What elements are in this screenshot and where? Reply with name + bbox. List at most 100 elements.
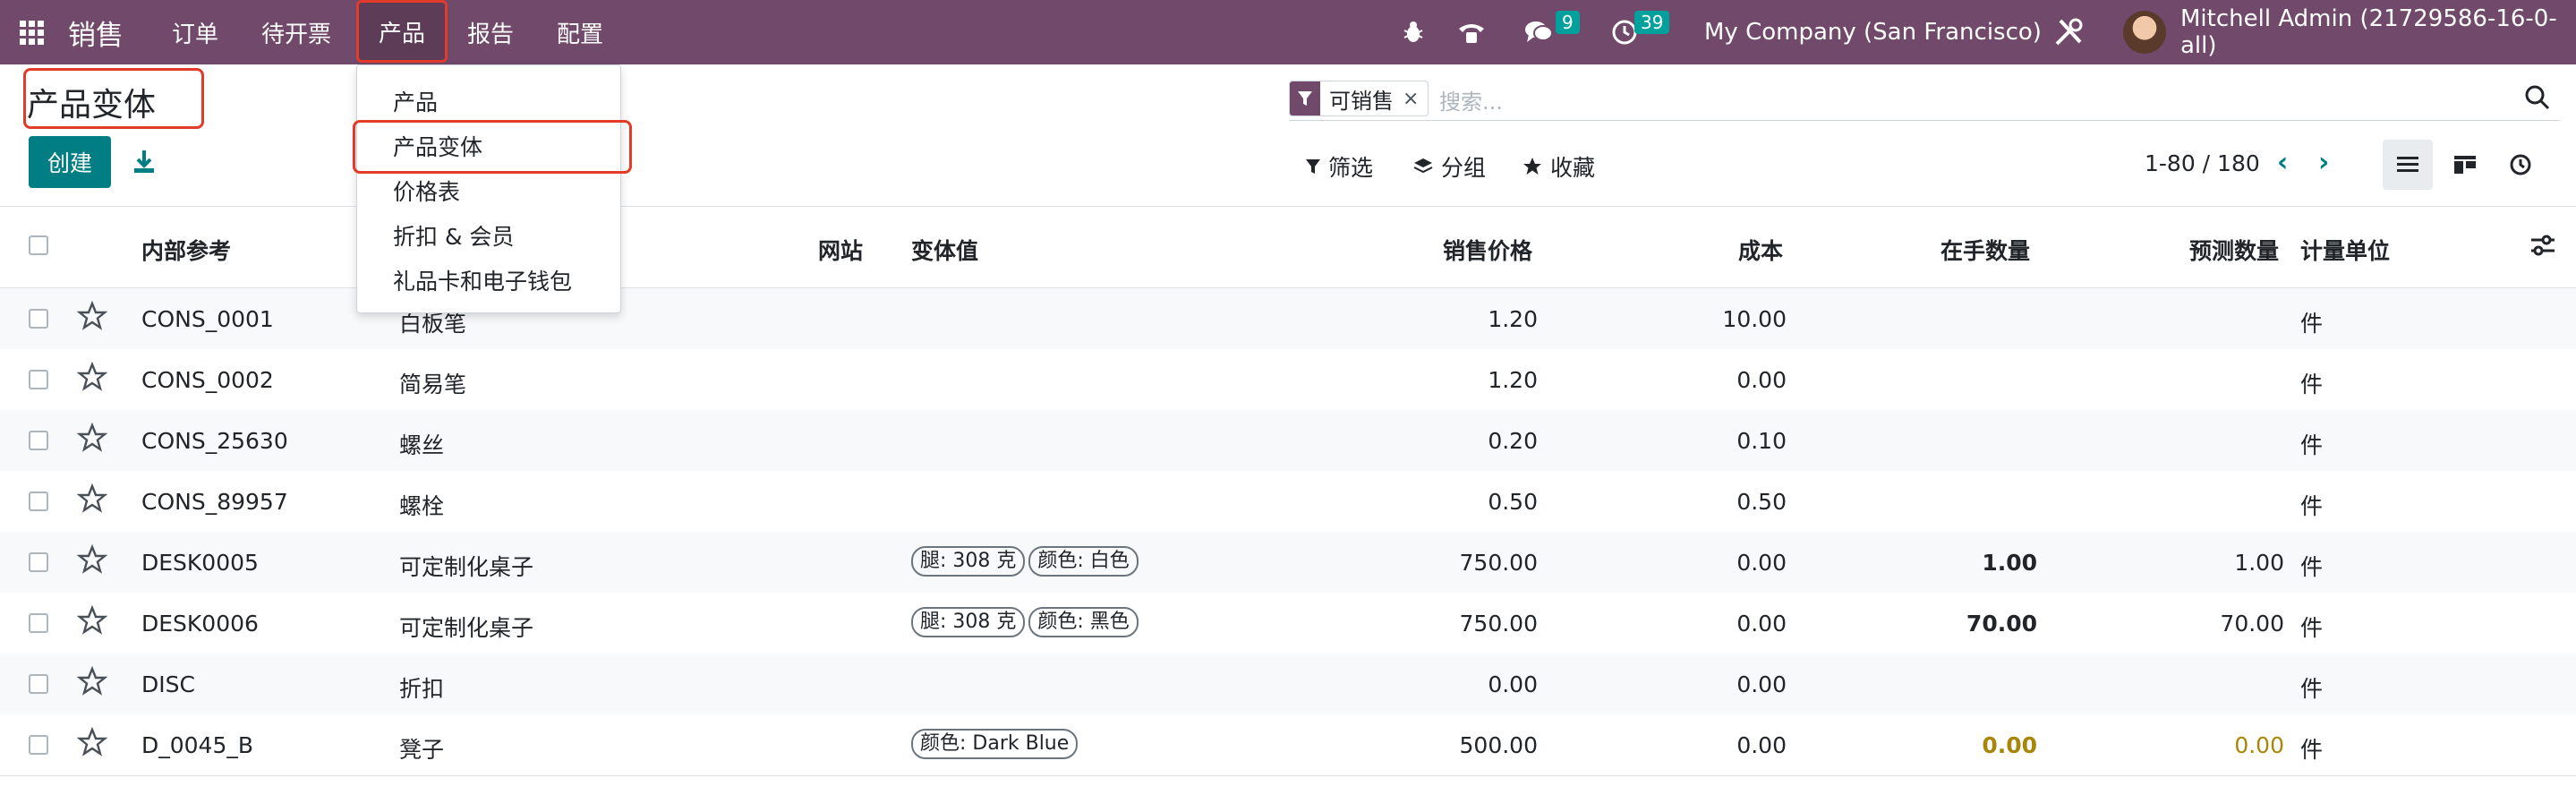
app-brand[interactable]: 销售 bbox=[68, 0, 124, 64]
list-view-button[interactable] bbox=[2383, 140, 2433, 190]
create-button[interactable]: 创建 bbox=[29, 136, 111, 188]
favorite-star-icon[interactable] bbox=[77, 727, 107, 757]
table-row[interactable]: CONS_0002 简易笔 1.20 0.00 件 bbox=[0, 349, 2576, 411]
header-forecast[interactable]: 预测数量 bbox=[2189, 234, 2279, 266]
dropdown-item-gift-cards[interactable]: 礼品卡和电子钱包 bbox=[393, 264, 572, 296]
menu-configuration[interactable]: 配置 bbox=[557, 0, 603, 64]
company-switcher[interactable]: My Company (San Francisco) bbox=[1704, 0, 2042, 64]
cell-uom: 件 bbox=[2300, 372, 2324, 398]
row-checkbox[interactable] bbox=[29, 735, 48, 755]
row-checkbox[interactable] bbox=[29, 613, 48, 633]
header-cost[interactable]: 成本 bbox=[1738, 234, 1783, 266]
phone-icon[interactable] bbox=[1457, 0, 1486, 64]
cell-sales-price: 1.20 bbox=[1488, 306, 1538, 332]
favorite-star-icon[interactable] bbox=[77, 666, 107, 697]
cell-internal-ref: DISC bbox=[141, 671, 195, 697]
row-checkbox[interactable] bbox=[29, 370, 48, 389]
favorite-star-icon[interactable] bbox=[77, 605, 107, 636]
variant-value-tag: 腿: 308 克 bbox=[911, 607, 1026, 637]
cell-sales-price: 750.00 bbox=[1459, 550, 1538, 576]
header-sales-price[interactable]: 销售价格 bbox=[1443, 234, 1532, 266]
cell-on-hand: 0.00 bbox=[1982, 732, 2037, 758]
facet-remove-icon[interactable]: × bbox=[1403, 88, 1428, 110]
cell-product-name: 折扣 bbox=[399, 676, 445, 702]
dropdown-item-discount-loyalty[interactable]: 折扣 & 会员 bbox=[393, 219, 514, 252]
header-internal-ref[interactable]: 内部参考 bbox=[141, 234, 231, 266]
row-checkbox[interactable] bbox=[29, 431, 48, 450]
table-row[interactable]: DESK0006 可定制化桌子 腿: 308 克颜色: 黑色 750.00 0.00 70… bbox=[0, 593, 2576, 654]
cell-sales-price: 750.00 bbox=[1459, 611, 1538, 637]
header-variant-values[interactable]: 变体值 bbox=[911, 234, 978, 266]
chat-messages-icon[interactable] bbox=[1523, 0, 1554, 64]
favorite-star-icon[interactable] bbox=[77, 423, 107, 453]
cell-sales-price: 0.20 bbox=[1488, 428, 1538, 454]
cell-variant-values: 腿: 308 克颜色: 黑色 bbox=[911, 607, 1142, 637]
pager-value[interactable]: 1-80 / 180 bbox=[2145, 150, 2260, 176]
cell-uom: 件 bbox=[2300, 311, 2324, 337]
favorite-star-icon[interactable] bbox=[77, 483, 107, 514]
user-avatar[interactable] bbox=[2123, 11, 2166, 54]
settings-tools-icon[interactable] bbox=[2053, 0, 2084, 64]
cell-internal-ref: CONS_89957 bbox=[141, 489, 288, 515]
activity-view-button[interactable] bbox=[2495, 140, 2546, 190]
header-on-hand[interactable]: 在手数量 bbox=[1941, 234, 2030, 266]
cell-cost: 0.00 bbox=[1736, 732, 1787, 758]
menu-reporting[interactable]: 报告 bbox=[467, 0, 514, 64]
cell-uom: 件 bbox=[2300, 432, 2324, 458]
cell-forecast: 1.00 bbox=[2234, 550, 2284, 576]
search-icon[interactable] bbox=[2524, 84, 2551, 111]
menu-orders[interactable]: 订单 bbox=[172, 0, 218, 64]
debug-bug-icon[interactable] bbox=[1402, 0, 1425, 64]
cell-cost: 0.00 bbox=[1736, 367, 1787, 393]
download-icon[interactable] bbox=[131, 147, 158, 177]
dropdown-item-pricelists[interactable]: 价格表 bbox=[393, 175, 460, 207]
optional-columns-icon[interactable] bbox=[2529, 234, 2556, 262]
cell-product-name: 凳子 bbox=[399, 737, 445, 763]
menu-to-invoice[interactable]: 待开票 bbox=[261, 0, 331, 64]
row-checkbox[interactable] bbox=[29, 492, 48, 511]
favorite-star-icon[interactable] bbox=[77, 362, 107, 392]
pager-next-icon[interactable]: › bbox=[2318, 147, 2329, 178]
table-row[interactable]: CONS_25630 螺丝 0.20 0.10 件 bbox=[0, 410, 2576, 472]
menu-products[interactable]: 产品 bbox=[356, 0, 448, 63]
favorite-star-icon[interactable] bbox=[77, 301, 107, 331]
table-row[interactable]: D_0045_B 凳子 颜色: Dark Blue 500.00 0.00 0.00 0.0… bbox=[0, 714, 2576, 776]
table-row[interactable]: CONS_89957 螺栓 0.50 0.50 件 bbox=[0, 471, 2576, 533]
filter-label: 筛选 bbox=[1328, 155, 1374, 181]
table-row[interactable]: DISC 折扣 0.00 0.00 件 bbox=[0, 654, 2576, 715]
clock-view-icon bbox=[2510, 154, 2531, 175]
row-checkbox[interactable] bbox=[29, 674, 48, 694]
favorite-star-icon[interactable] bbox=[77, 544, 107, 575]
user-menu[interactable]: Mitchell Admin (21729586-16-0-all) bbox=[2180, 0, 2576, 64]
favorites-button[interactable]: 收藏 bbox=[1522, 150, 1595, 183]
cell-sales-price: 0.00 bbox=[1488, 671, 1538, 697]
cell-internal-ref: CONS_0001 bbox=[141, 306, 274, 332]
pager-previous-icon[interactable]: ‹ bbox=[2277, 147, 2288, 178]
dropdown-item-products[interactable]: 产品 bbox=[393, 85, 438, 117]
cell-product-name: 简易笔 bbox=[399, 372, 467, 398]
variant-value-tag: 腿: 308 克 bbox=[911, 546, 1026, 577]
cell-cost: 0.10 bbox=[1736, 428, 1787, 454]
apps-menu-icon[interactable] bbox=[20, 0, 44, 64]
favorites-label: 收藏 bbox=[1550, 155, 1596, 181]
row-checkbox[interactable] bbox=[29, 309, 48, 329]
cell-product-name: 可定制化桌子 bbox=[399, 554, 534, 580]
group-by-label: 分组 bbox=[1441, 155, 1487, 181]
activity-clock-icon[interactable] bbox=[1611, 0, 1638, 64]
filter-icon bbox=[1306, 159, 1320, 174]
header-uom[interactable]: 计量单位 bbox=[2300, 234, 2390, 266]
table-row[interactable]: DESK0005 可定制化桌子 腿: 308 克颜色: 白色 750.00 0.00 1.… bbox=[0, 532, 2576, 594]
select-all-checkbox[interactable] bbox=[29, 235, 48, 255]
search-facet[interactable]: 可销售 × bbox=[1289, 81, 1429, 116]
filter-button[interactable]: 筛选 bbox=[1305, 150, 1373, 183]
group-by-button[interactable]: 分组 bbox=[1412, 150, 1486, 183]
row-checkbox[interactable] bbox=[29, 552, 48, 572]
kanban-view-button[interactable] bbox=[2440, 140, 2490, 190]
variant-value-tag: 颜色: Dark Blue bbox=[911, 729, 1079, 759]
header-website[interactable]: 网站 bbox=[818, 234, 863, 266]
search-input[interactable]: 搜索... bbox=[1439, 84, 1503, 115]
cell-on-hand: 70.00 bbox=[1966, 611, 2037, 637]
title-highlight-annotation bbox=[23, 68, 204, 129]
search-bar: 可销售 × 搜索... bbox=[1289, 77, 2560, 121]
products-dropdown-menu: 产品 产品变体 价格表 折扣 & 会员 礼品卡和电子钱包 bbox=[356, 64, 621, 313]
